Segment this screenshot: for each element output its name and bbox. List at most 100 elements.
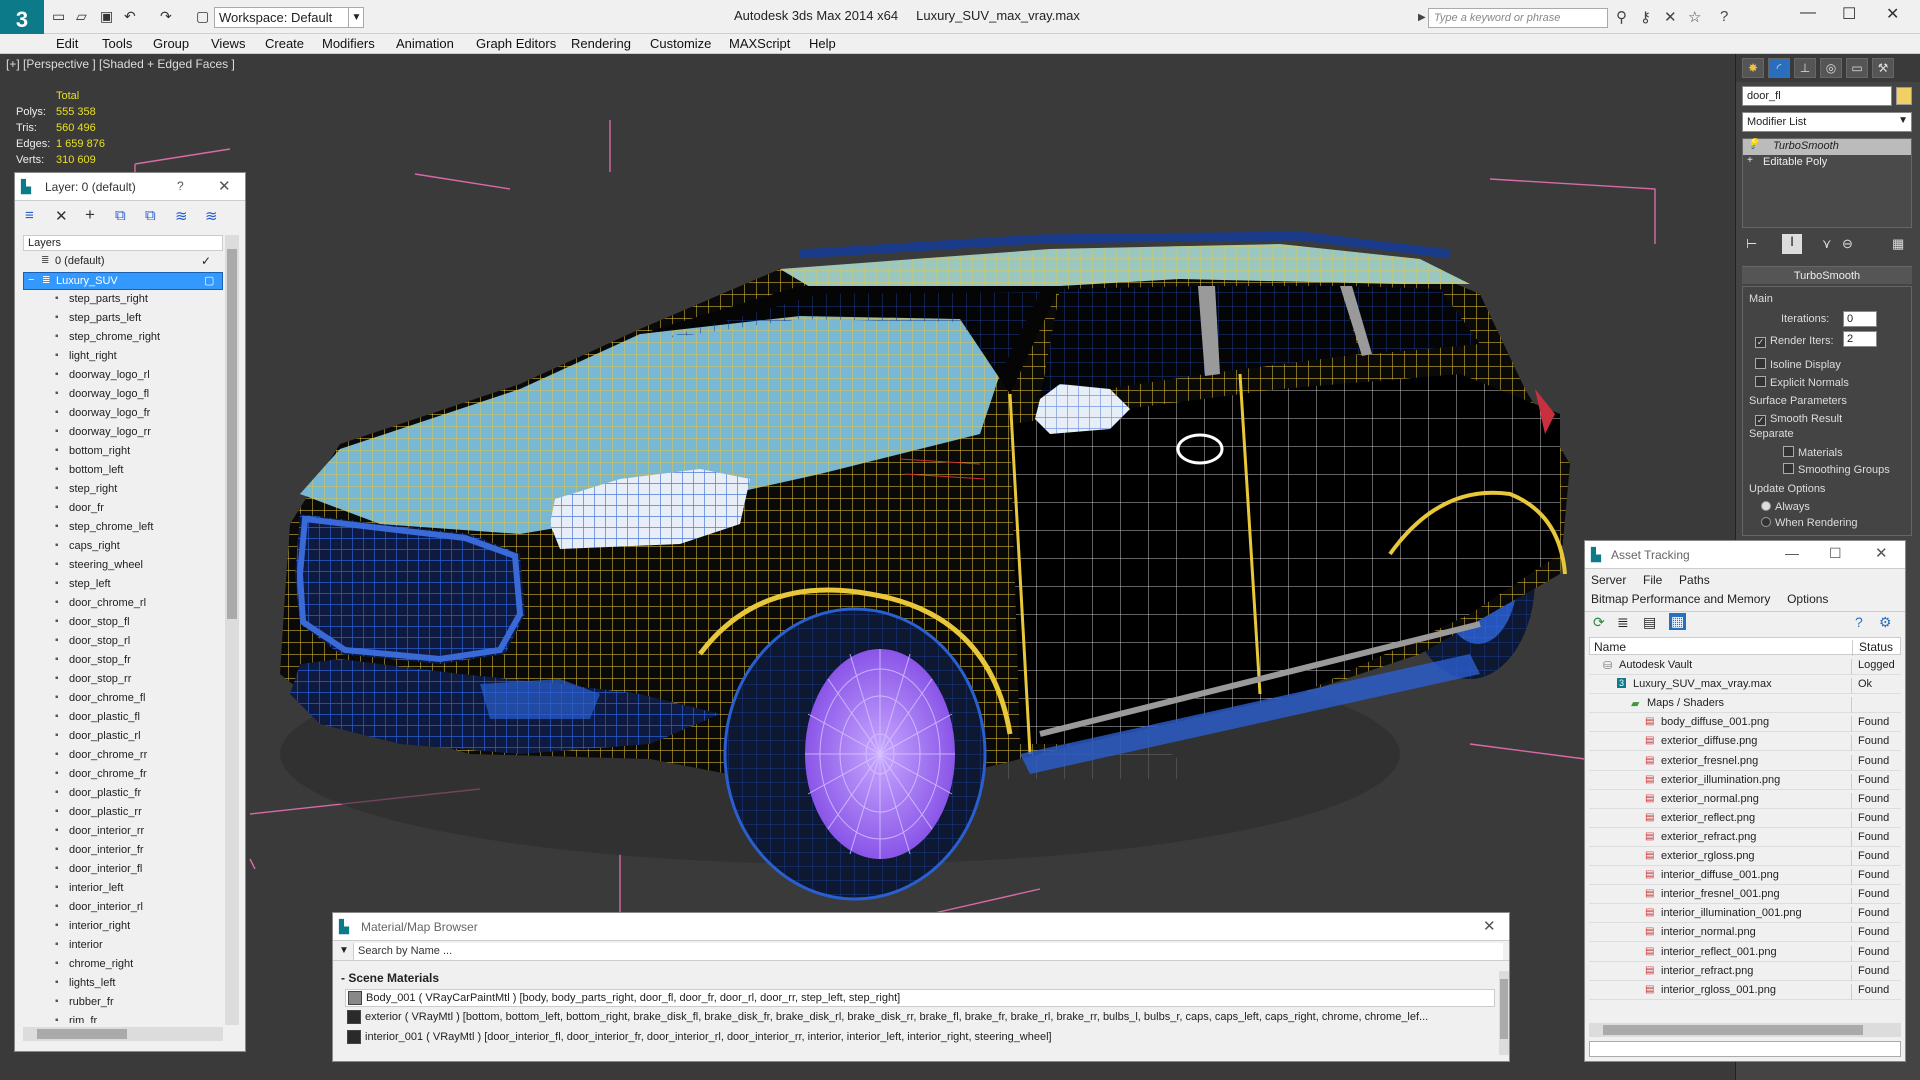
layer-item[interactable]: ▪ doorway_logo_fl — [23, 386, 223, 404]
delete-layer-icon[interactable]: ✕ — [55, 207, 68, 225]
asset-h-scrollbar[interactable] — [1589, 1023, 1901, 1037]
explicit-normals-row[interactable]: Explicit Normals — [1755, 375, 1849, 389]
menu-edit[interactable]: Edit — [56, 36, 78, 51]
layer-item[interactable]: ▪ door_chrome_fr — [23, 766, 223, 784]
layer-item[interactable]: ▪ step_chrome_left — [23, 519, 223, 537]
render-iters-checkbox[interactable]: ✓ — [1755, 337, 1766, 348]
layer-item[interactable]: ≣ 0 (default) ✓ — [23, 253, 223, 271]
collapse-icon[interactable]: − — [28, 274, 34, 286]
smoothing-groups-row[interactable]: Smoothing Groups — [1783, 462, 1890, 476]
asset-row[interactable]: ▤ exterior_fresnel.png Found — [1589, 752, 1901, 771]
menu-help[interactable]: Help — [809, 36, 836, 51]
close-icon[interactable]: ✕ — [1886, 4, 1899, 24]
layer-item[interactable]: ▪ caps_right — [23, 538, 223, 556]
asset-row[interactable]: ▤ body_diffuse_001.png Found — [1589, 714, 1901, 733]
layer-item[interactable]: ▪ door_interior_rr — [23, 823, 223, 841]
modify-tab-icon[interactable]: ◜ — [1768, 58, 1790, 78]
layer-item[interactable]: ▪ interior_right — [23, 918, 223, 936]
materials-row[interactable]: Materials — [1783, 445, 1843, 459]
layer-item[interactable]: ▪ doorway_logo_fr — [23, 405, 223, 423]
select-layer-objects-icon[interactable]: ⧉ — [115, 207, 126, 224]
motion-tab-icon[interactable]: ◎ — [1820, 58, 1842, 78]
column-status[interactable]: Status — [1852, 640, 1893, 656]
asset-row[interactable]: ▤ interior_fresnel_001.png Found — [1589, 886, 1901, 905]
layer-item[interactable]: ▪ door_stop_rr — [23, 671, 223, 689]
stack-item-editable-poly[interactable]: + Editable Poly — [1743, 155, 1911, 171]
menu-paths[interactable]: Paths — [1679, 573, 1710, 587]
layer-item[interactable]: ▪ doorway_logo_rr — [23, 424, 223, 442]
object-name-field[interactable]: door_fl — [1742, 86, 1892, 106]
undo-icon[interactable]: ↶ — [124, 8, 136, 25]
layer-item[interactable]: ≣ Luxury_SUV ▢ − — [23, 272, 223, 290]
scroll-thumb[interactable] — [1500, 979, 1508, 1039]
layer-item[interactable]: ▪ door_interior_rl — [23, 899, 223, 917]
open-file-icon[interactable]: ▱ — [76, 8, 87, 25]
layer-toggle-icon[interactable]: ▢ — [204, 274, 214, 287]
isoline-row[interactable]: Isoline Display — [1755, 357, 1841, 371]
asset-row[interactable]: ▤ exterior_normal.png Found — [1589, 790, 1901, 809]
asset-row[interactable]: ▤ interior_illumination_001.png Found — [1589, 905, 1901, 924]
star-icon[interactable]: ☆ — [1688, 8, 1701, 26]
menu-maxscript[interactable]: MAXScript — [729, 36, 790, 51]
key-icon[interactable]: ⚷ — [1640, 8, 1651, 26]
asset-row[interactable]: ▤ exterior_rgloss.png Found — [1589, 848, 1901, 866]
menu-modifiers[interactable]: Modifiers — [322, 36, 375, 51]
table-view-icon[interactable]: ▦ — [1669, 613, 1687, 630]
layer-item[interactable]: ▪ door_stop_fl — [23, 614, 223, 632]
smooth-result-row[interactable]: ✓ Smooth Result — [1755, 411, 1842, 426]
layer-item[interactable]: ▪ door_plastic_fl — [23, 709, 223, 727]
project-folder-icon[interactable]: ▢ — [196, 8, 209, 25]
close-icon[interactable]: ✕ — [1483, 917, 1496, 935]
close-icon[interactable]: ✕ — [1875, 544, 1888, 562]
layer-item[interactable]: ▪ interior — [23, 937, 223, 955]
hierarchy-tab-icon[interactable]: ⊥ — [1794, 58, 1816, 78]
add-to-layer-icon[interactable]: + — [85, 205, 95, 225]
render-iters-spinner[interactable]: 2 — [1843, 331, 1877, 347]
layer-item[interactable]: ▪ door_fr — [23, 500, 223, 518]
asset-row[interactable]: ▤ exterior_illumination.png Found — [1589, 771, 1901, 790]
layer-item[interactable]: ▪ door_interior_fr — [23, 842, 223, 860]
expand-arrow-icon[interactable]: ▶ — [1418, 12, 1426, 23]
layer-item[interactable]: ▪ door_stop_fr — [23, 652, 223, 670]
refresh-icon[interactable]: ⟳ — [1593, 614, 1605, 631]
layer-item[interactable]: ▪ lights_left — [23, 975, 223, 993]
create-tab-icon[interactable]: ✸ — [1742, 58, 1764, 78]
asset-row[interactable]: ▤ interior_reflect_001.png Found — [1589, 943, 1901, 962]
layer-item[interactable]: ▪ steering_wheel — [23, 557, 223, 575]
keyword-search-input[interactable]: Type a keyword or phrase — [1428, 8, 1608, 28]
help-icon[interactable]: ? — [177, 179, 184, 193]
rollout-title[interactable]: TurboSmooth — [1742, 266, 1912, 284]
menu-create[interactable]: Create — [265, 36, 304, 51]
column-name[interactable]: Name — [1594, 640, 1626, 654]
layer-item[interactable]: ▪ rubber_fr — [23, 994, 223, 1012]
binoculars-icon[interactable]: ⚲ — [1616, 8, 1627, 26]
display-tab-icon[interactable]: ▭ — [1846, 58, 1868, 78]
modifier-list-dropdown[interactable]: Modifier List ▼ — [1742, 112, 1912, 132]
show-end-result-icon[interactable]: Ⅰ — [1782, 234, 1802, 254]
expand-plus-icon[interactable]: + — [1747, 155, 1753, 166]
menu-animation[interactable]: Animation — [396, 36, 454, 51]
menu-bitmap-performance[interactable]: Bitmap Performance and Memory — [1591, 592, 1770, 606]
make-unique-icon[interactable]: ⋎ — [1822, 236, 1832, 252]
create-layer-icon[interactable]: ≡ — [25, 207, 34, 224]
layer-item[interactable]: ▪ door_chrome_rl — [23, 595, 223, 613]
menu-file[interactable]: File — [1643, 573, 1662, 587]
layer-item[interactable]: ▪ light_right — [23, 348, 223, 366]
minimize-icon[interactable]: — — [1800, 4, 1816, 22]
save-icon[interactable]: ▣ — [100, 8, 113, 25]
menu-graph-editors[interactable]: Graph Editors — [476, 36, 556, 51]
layer-item[interactable]: ▪ step_parts_left — [23, 310, 223, 328]
always-row[interactable]: Always — [1761, 499, 1810, 513]
utilities-tab-icon[interactable]: ⚒ — [1872, 58, 1894, 78]
freeze-all-layers-icon[interactable]: ≋ — [205, 207, 218, 225]
asset-path-field[interactable] — [1589, 1041, 1901, 1057]
when-rendering-radio[interactable] — [1761, 517, 1771, 527]
asset-row[interactable]: 3 Luxury_SUV_max_vray.max Ok — [1589, 676, 1901, 695]
material-row[interactable]: exterior ( VRayMtl ) [bottom, bottom_lef… — [345, 1009, 1495, 1027]
asset-row[interactable]: ▤ interior_refract.png Found — [1589, 962, 1901, 981]
layers-column-header[interactable]: Layers — [23, 235, 223, 251]
layer-item[interactable]: ▪ rim_fr — [23, 1013, 223, 1023]
smoothing-groups-checkbox[interactable] — [1783, 463, 1794, 474]
settings-icon[interactable]: ⚙ — [1879, 614, 1892, 631]
layer-item[interactable]: ▪ interior_left — [23, 880, 223, 898]
